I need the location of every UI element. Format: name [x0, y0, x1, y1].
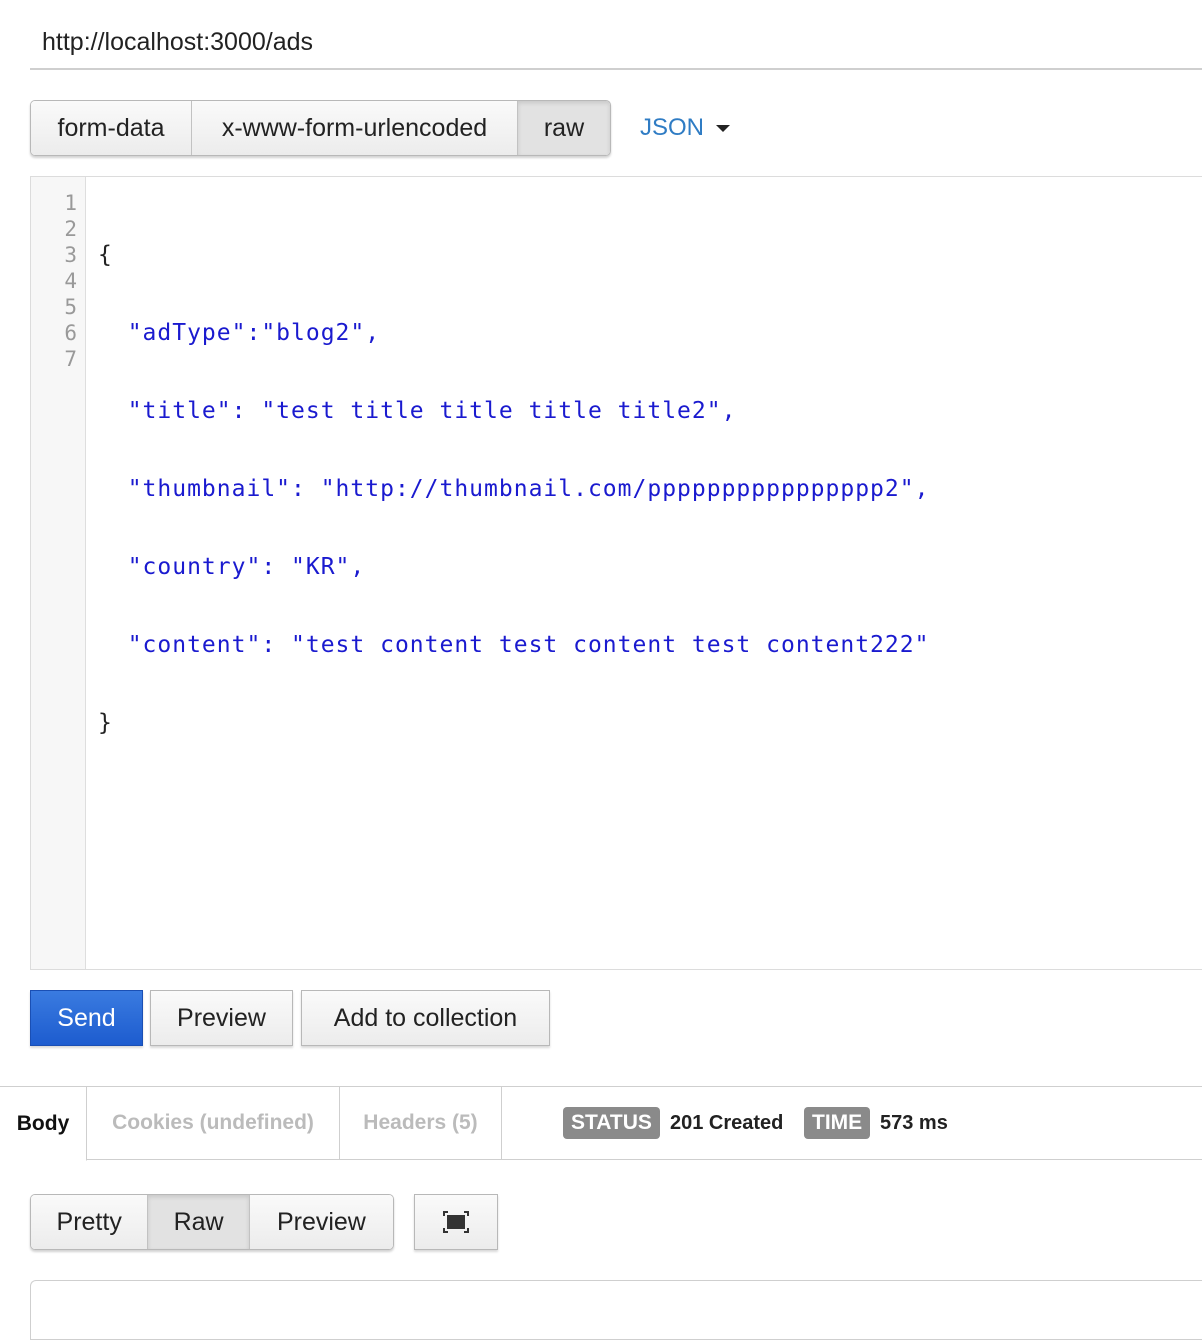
tab-body[interactable]: Body — [0, 1087, 87, 1161]
response-tab-bar: Body Cookies (undefined) Headers (5) STA… — [0, 1086, 1202, 1161]
code-line: { — [98, 242, 113, 268]
view-raw-button[interactable]: Raw — [148, 1195, 250, 1249]
view-preview-button[interactable]: Preview — [249, 1195, 393, 1249]
code-editor[interactable]: 1 2 3 4 5 6 7 { "adType":"blog2", "title… — [30, 176, 1202, 970]
line-number: 3 — [64, 243, 77, 267]
time-badge: TIME — [804, 1107, 871, 1139]
line-number: 1 — [64, 191, 77, 215]
code-line: "content": "test content test content te… — [98, 632, 930, 658]
view-pretty-button[interactable]: Pretty — [31, 1195, 149, 1249]
line-number: 7 — [64, 347, 77, 371]
response-view-selector: Pretty Raw Preview — [30, 1194, 394, 1250]
status-value: 201 Created — [670, 1112, 784, 1134]
fullscreen-button[interactable] — [414, 1194, 498, 1250]
body-type-form-data[interactable]: form-data — [31, 101, 192, 155]
line-number: 5 — [64, 295, 77, 319]
fullscreen-icon — [443, 1211, 469, 1233]
format-dropdown[interactable]: JSON — [640, 100, 731, 156]
time-value: 573 ms — [880, 1112, 948, 1134]
code-line: "country": "KR", — [98, 554, 366, 580]
tab-headers[interactable]: Headers (5) — [340, 1087, 502, 1159]
code-line: "thumbnail": "http://thumbnail.com/ppppp… — [98, 476, 930, 502]
code-content: { "adType":"blog2", "title": "test title… — [98, 190, 929, 788]
body-type-selector: form-data x-www-form-urlencoded raw — [30, 100, 611, 156]
status-badge: STATUS — [563, 1107, 660, 1139]
preview-button[interactable]: Preview — [150, 990, 293, 1046]
response-body-area[interactable] — [30, 1280, 1202, 1340]
add-to-collection-button[interactable]: Add to collection — [301, 990, 550, 1046]
code-line: } — [98, 710, 113, 736]
line-number: 4 — [64, 269, 77, 293]
body-type-urlencoded[interactable]: x-www-form-urlencoded — [192, 101, 518, 155]
format-dropdown-label: JSON — [640, 114, 705, 141]
body-type-raw[interactable]: raw — [518, 101, 610, 155]
url-input[interactable]: http://localhost:3000/ads — [30, 14, 1202, 70]
caret-down-icon — [716, 124, 731, 132]
line-number-gutter: 1 2 3 4 5 6 7 — [31, 177, 86, 969]
code-line: "adType":"blog2", — [98, 320, 381, 346]
tab-cookies[interactable]: Cookies (undefined) — [87, 1087, 340, 1159]
line-number: 6 — [64, 321, 77, 345]
line-number: 2 — [64, 217, 77, 241]
send-button[interactable]: Send — [30, 990, 143, 1046]
code-line: "title": "test title title title title2"… — [98, 398, 737, 424]
